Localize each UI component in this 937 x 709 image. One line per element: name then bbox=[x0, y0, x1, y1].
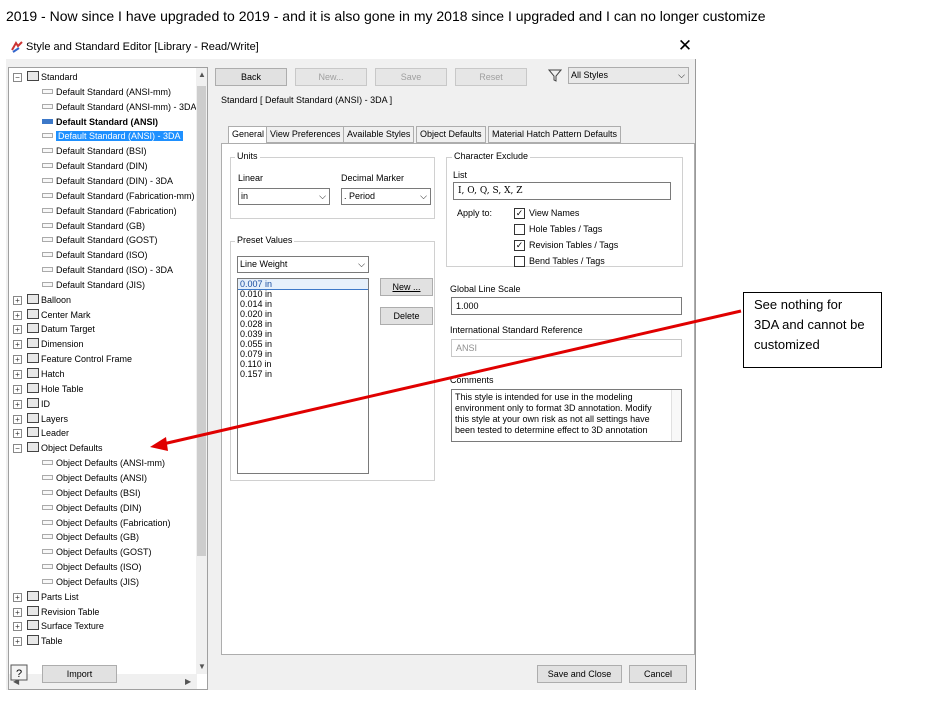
annotation-arrow bbox=[150, 309, 742, 451]
